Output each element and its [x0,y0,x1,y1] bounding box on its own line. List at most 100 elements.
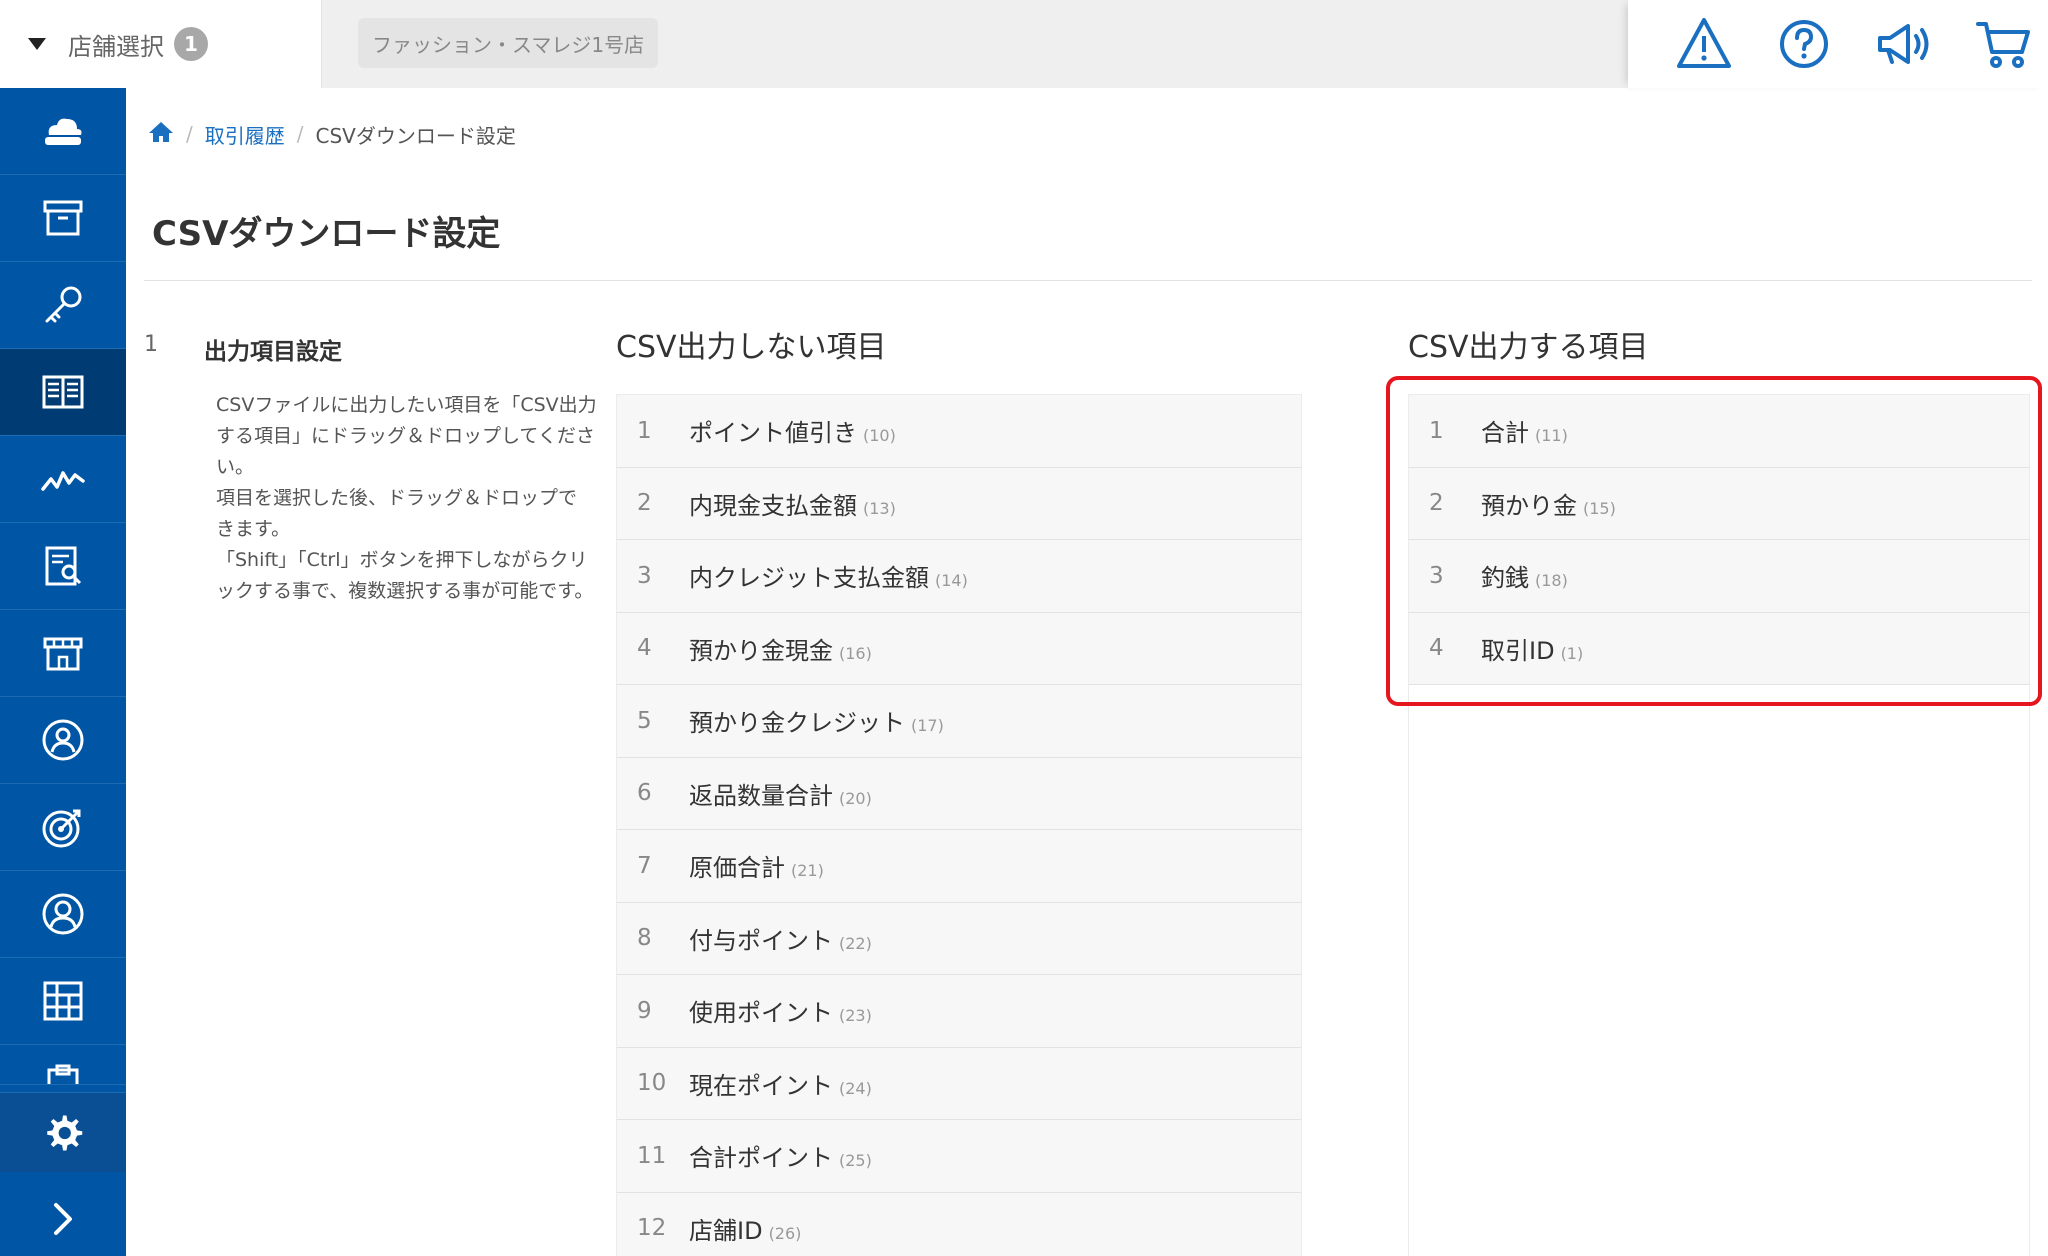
step-description: CSVファイルに出力したい項目を「CSV出力 する項目」にドラッグ＆ドロップして… [216,390,616,607]
not-output-list[interactable]: 1 ポイント値引き (10) 2 内現金支払金額 (13) 3 内クレジット支払金額 (14) 4… [616,394,1302,1256]
list-item-code: (21) [791,861,824,881]
list-item-name: 返品数量合計 (20) [689,776,872,811]
list-item-index: 9 [637,997,652,1024]
breadcrumb: / 取引履歴 / CSVダウンロード設定 [148,116,516,152]
store-select-label: 店舗選択 [68,32,164,61]
list-item-code: (26) [768,1223,802,1243]
list-item-name: 内クレジット支払金額 (14) [689,558,968,593]
sidebar-expand-button[interactable] [0,1182,126,1256]
store-icon [43,637,83,671]
sidebar-item-inventory[interactable] [0,175,126,262]
list-item-name: 現在ポイント (24) [689,1066,872,1101]
step-number: 1 [144,332,158,357]
list-item[interactable]: 9 使用ポイント (23) [617,975,1301,1048]
list-item-label: 内現金支払金額 [689,491,857,520]
sidebar-item-register[interactable] [0,88,126,175]
store-select-dropdown[interactable]: 店舗選択 1 [0,0,322,88]
breadcrumb-separator: / [186,122,193,146]
key-icon [45,286,82,323]
sidebar-item-customers[interactable] [0,871,126,958]
list-item-label: 預かり金現金 [689,636,833,665]
list-item[interactable]: 3 内クレジット支払金額 (14) [617,540,1301,613]
list-item[interactable]: 2 内現金支払金額 (13) [617,467,1301,540]
sidebar-item-apps[interactable] [0,958,126,1045]
list-item-code: (22) [839,933,872,953]
list-item-code: (17) [911,716,944,736]
list-item-label: 原価合計 [689,854,785,883]
breadcrumb-link-transactions[interactable]: 取引履歴 [205,120,285,149]
step-description-line: する項目」にドラッグ＆ドロップしてくださ [216,425,595,447]
customer-icon [42,893,84,935]
list-item-label: 店舗ID [689,1216,763,1245]
cloud-register-icon [45,118,82,145]
list-item-code: (20) [839,788,872,808]
current-store-chip[interactable]: ファッション・スマレジ1号店 [358,18,659,68]
list-item-index: 11 [637,1142,667,1169]
sidebar-item-clipboard[interactable] [0,1045,126,1085]
list-item-name: 預かり金現金 (16) [689,631,872,666]
sidebar-item-key[interactable] [0,262,126,349]
list-item[interactable]: 1 ポイント値引き (10) [617,395,1301,468]
store-count-badge: 1 [174,27,208,61]
chevron-right-icon [54,1203,72,1235]
list-item[interactable]: 12 店舗ID (26) [617,1192,1301,1256]
step-title: 出力項目設定 [204,339,342,365]
list-item-name: 使用ポイント (23) [689,993,872,1028]
sidebar-item-reports[interactable] [0,523,126,610]
list-item-label: ポイント値引き [689,419,857,448]
list-item-label: 合計ポイント [689,1144,833,1173]
help-icon[interactable] [1774,14,1834,74]
sidebar-item-staff[interactable] [0,697,126,784]
not-output-title: CSV出力しない項目 [616,330,887,365]
list-item[interactable]: 4 預かり金現金 (16) [617,612,1301,685]
list-item-label: 現在ポイント [689,1071,833,1100]
list-item-name: 付与ポイント (22) [689,921,872,956]
selected-store-strip: ファッション・スマレジ1号店 [322,0,1628,88]
list-item-code: (16) [839,643,872,663]
list-item[interactable]: 5 預かり金クレジット (17) [617,685,1301,758]
list-item[interactable]: 7 原価合計 (21) [617,830,1301,903]
archive-box-icon [43,200,83,236]
sidebar-item-target[interactable] [0,784,126,871]
page-title: CSVダウンロード設定 [152,214,501,254]
home-icon[interactable] [148,120,174,149]
cart-icon[interactable] [1974,14,2034,74]
list-item-code: (23) [839,1006,872,1026]
clipboard-icon [47,1064,79,1084]
list-item-index: 8 [637,925,652,952]
main-content: / 取引履歴 / CSVダウンロード設定 CSVダウンロード設定 1 出力項目設… [126,88,2048,1256]
sidebar-item-store[interactable] [0,610,126,697]
list-item-label: 預かり金クレジット [689,709,905,738]
caret-down-icon [28,38,46,50]
settings-button[interactable] [0,1092,126,1172]
gear-icon [47,1115,83,1150]
step-description-line: きます。 [216,518,291,540]
sidebar [0,88,126,1256]
list-item-index: 1 [637,417,652,444]
list-item-code: (25) [839,1151,872,1171]
step-description-line: 「Shift」「Ctrl」ボタンを押下しながらクリ [216,549,588,571]
list-item-name: 内現金支払金額 (13) [689,486,896,521]
list-item[interactable]: 11 合計ポイント (25) [617,1120,1301,1193]
chart-line-icon [41,471,85,491]
list-item-index: 4 [637,635,652,662]
megaphone-icon[interactable] [1874,14,1934,74]
list-item-code: (14) [935,571,968,591]
sidebar-item-transactions[interactable] [0,349,126,436]
step-description-line: ックする事で、複数選択する事が可能です。 [216,580,594,602]
list-item-code: (13) [863,498,896,518]
step-description-line: 項目を選択した後、ドラッグ＆ドロップで [216,487,578,509]
warning-icon[interactable] [1674,14,1734,74]
list-item[interactable]: 10 現在ポイント (24) [617,1047,1301,1120]
list-item-code: (10) [863,426,896,446]
list-item[interactable]: 6 返品数量合計 (20) [617,757,1301,830]
step-description-line: い。 [216,456,255,478]
staff-icon [42,719,84,761]
step-description-line: CSVファイルに出力したい項目を「CSV出力 [216,394,597,416]
title-divider [144,280,2032,281]
list-item[interactable]: 8 付与ポイント (22) [617,902,1301,975]
target-icon [42,809,81,848]
list-item-index: 6 [637,780,652,807]
list-item-code: (24) [839,1078,872,1098]
sidebar-item-analytics[interactable] [0,436,126,523]
